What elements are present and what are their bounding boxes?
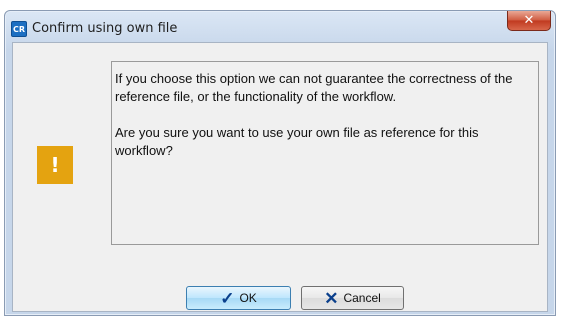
message-text-area: If you choose this option we can not gua…: [111, 61, 539, 245]
app-logo-icon: CR: [11, 21, 27, 37]
confirm-dialog-window: CR Confirm using own file ✕ ! If you cho…: [4, 10, 556, 316]
title-bar[interactable]: CR Confirm using own file ✕: [5, 11, 555, 43]
ok-button-label: OK: [239, 291, 257, 305]
warning-icon: !: [37, 146, 73, 184]
message-paragraph-2: Are you sure you want to use your own fi…: [115, 125, 479, 158]
ok-button[interactable]: ✓ OK: [186, 286, 291, 310]
message-paragraph-1: If you choose this option we can not gua…: [115, 71, 513, 104]
cancel-button[interactable]: ✕ Cancel: [301, 286, 404, 310]
dialog-content: ! If you choose this option we can not g…: [12, 42, 548, 312]
checkmark-icon: ✓: [220, 288, 235, 308]
window-title: Confirm using own file: [32, 21, 178, 36]
close-icon: ✕: [523, 13, 535, 28]
close-button[interactable]: ✕: [507, 11, 551, 31]
cancel-x-icon: ✕: [324, 288, 339, 308]
cancel-button-label: Cancel: [343, 291, 381, 305]
